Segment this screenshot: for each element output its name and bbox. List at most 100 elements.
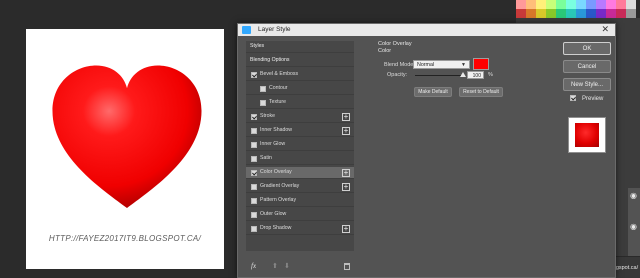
preview-checkbox[interactable] bbox=[570, 95, 576, 101]
overlay-color-swatch[interactable] bbox=[473, 58, 489, 70]
style-checkbox[interactable] bbox=[251, 212, 257, 218]
preview-label: Preview bbox=[582, 96, 604, 102]
dialog-titlebar[interactable]: Layer Style ✕ bbox=[238, 24, 615, 36]
opacity-slider-track[interactable] bbox=[415, 75, 463, 76]
color-swatch[interactable] bbox=[566, 9, 576, 18]
opacity-input[interactable]: 100 bbox=[467, 71, 484, 79]
chevron-down-icon: ▼ bbox=[461, 62, 466, 68]
style-item-satin[interactable]: Satin bbox=[246, 153, 354, 165]
style-item-color-overlay[interactable]: Color Overlay + bbox=[246, 167, 354, 179]
color-swatch[interactable] bbox=[576, 9, 586, 18]
photoshop-app-icon bbox=[242, 26, 251, 34]
style-item-label: Texture bbox=[269, 99, 287, 105]
style-item-drop-shadow[interactable]: Drop Shadow + bbox=[246, 223, 354, 235]
add-instance-icon[interactable]: + bbox=[342, 169, 350, 177]
color-swatch[interactable] bbox=[516, 9, 526, 18]
style-item-label: Inner Shadow bbox=[260, 127, 293, 133]
color-swatch[interactable] bbox=[596, 9, 606, 18]
style-item-outer-glow[interactable]: Outer Glow bbox=[246, 209, 354, 221]
style-checkbox[interactable] bbox=[251, 156, 257, 162]
style-checkbox[interactable] bbox=[251, 226, 257, 232]
trash-icon[interactable] bbox=[344, 263, 350, 270]
color-swatch[interactable] bbox=[586, 9, 596, 18]
style-item-label: Styles bbox=[250, 43, 265, 49]
style-item-inner-shadow[interactable]: Inner Shadow + bbox=[246, 125, 354, 137]
reset-to-default-button[interactable]: Reset to Default bbox=[459, 87, 503, 97]
color-overlay-heading: Color Overlay Color bbox=[378, 41, 412, 55]
color-swatch[interactable] bbox=[576, 0, 586, 9]
style-item-label: Contour bbox=[269, 85, 288, 91]
add-instance-icon[interactable]: + bbox=[342, 113, 350, 121]
styles-list: Styles Blending Options Bevel & Emboss Cont… bbox=[246, 41, 354, 251]
color-swatch[interactable] bbox=[606, 0, 616, 9]
style-checkbox[interactable] bbox=[251, 128, 257, 134]
color-swatch[interactable] bbox=[546, 9, 556, 18]
color-swatch[interactable] bbox=[586, 0, 596, 9]
blend-mode-select[interactable]: Normal ▼ bbox=[413, 60, 470, 69]
color-swatch[interactable] bbox=[536, 0, 546, 9]
style-item-gradient-overlay[interactable]: Gradient Overlay + bbox=[246, 181, 354, 193]
style-item-label: Pattern Overlay bbox=[260, 197, 297, 203]
style-item-label: Gradient Overlay bbox=[260, 183, 300, 189]
style-checkbox[interactable] bbox=[251, 72, 257, 78]
style-checkbox[interactable] bbox=[251, 142, 257, 148]
style-item-label: Outer Glow bbox=[260, 211, 287, 217]
style-checkbox[interactable] bbox=[251, 198, 257, 204]
ok-button[interactable]: OK bbox=[563, 42, 611, 55]
watermark-text: HTTP://FAYEZ2017IT9.BLOGSPOT.CA/ bbox=[48, 234, 202, 243]
color-swatch[interactable] bbox=[626, 0, 636, 9]
new-style-button[interactable]: New Style... bbox=[563, 78, 611, 91]
color-swatch[interactable] bbox=[566, 0, 576, 9]
color-swatch[interactable] bbox=[616, 0, 626, 9]
make-default-button[interactable]: Make Default bbox=[414, 87, 452, 97]
style-item-blending-options[interactable]: Blending Options bbox=[246, 55, 354, 67]
canvas-document[interactable]: HTTP://FAYEZ2017IT9.BLOGSPOT.CA/ bbox=[26, 29, 224, 269]
color-swatch[interactable] bbox=[616, 9, 626, 18]
style-item-pattern-overlay[interactable]: Pattern Overlay bbox=[246, 195, 354, 207]
style-checkbox[interactable] bbox=[251, 114, 257, 120]
style-item-texture[interactable]: Texture bbox=[246, 97, 354, 109]
add-instance-icon[interactable]: + bbox=[342, 127, 350, 135]
move-up-icon[interactable]: ⬆ bbox=[272, 262, 278, 270]
style-checkbox[interactable] bbox=[251, 184, 257, 190]
close-icon[interactable]: ✕ bbox=[601, 24, 609, 35]
color-swatch[interactable] bbox=[596, 0, 606, 9]
swatches-panel[interactable] bbox=[516, 0, 640, 18]
style-item-styles[interactable]: Styles bbox=[246, 41, 354, 53]
opacity-slider-thumb[interactable] bbox=[460, 72, 466, 77]
color-swatch[interactable] bbox=[556, 0, 566, 9]
style-item-label: Drop Shadow bbox=[260, 225, 292, 231]
heart-shape bbox=[52, 65, 202, 209]
style-item-inner-glow[interactable]: Inner Glow bbox=[246, 139, 354, 151]
style-checkbox[interactable] bbox=[251, 170, 257, 176]
add-instance-icon[interactable]: + bbox=[342, 183, 350, 191]
eye-icon[interactable]: ◉ bbox=[630, 222, 637, 231]
color-swatch[interactable] bbox=[536, 9, 546, 18]
move-down-icon[interactable]: ⬇ bbox=[284, 262, 290, 270]
color-swatch[interactable] bbox=[546, 0, 556, 9]
style-item-stroke[interactable]: Stroke + bbox=[246, 111, 354, 123]
style-item-label: Color Overlay bbox=[260, 169, 292, 175]
add-instance-icon[interactable]: + bbox=[342, 225, 350, 233]
section-subtitle: Color bbox=[378, 48, 392, 54]
style-checkbox[interactable] bbox=[260, 86, 266, 92]
color-swatch[interactable] bbox=[556, 9, 566, 18]
color-swatch[interactable] bbox=[526, 0, 536, 9]
color-swatch[interactable] bbox=[606, 9, 616, 18]
style-item-label: Blending Options bbox=[250, 57, 290, 63]
style-item-bevel-emboss[interactable]: Bevel & Emboss bbox=[246, 69, 354, 81]
opacity-label: Opacity: bbox=[387, 72, 408, 78]
style-item-label: Inner Glow bbox=[260, 141, 286, 147]
fx-icon[interactable]: fx bbox=[251, 262, 256, 270]
style-checkbox[interactable] bbox=[260, 100, 266, 106]
eye-icon[interactable]: ◉ bbox=[630, 191, 637, 200]
cancel-button[interactable]: Cancel bbox=[563, 60, 611, 73]
layer-style-dialog: Layer Style ✕ Styles Blending Options Beve… bbox=[237, 23, 616, 278]
color-swatch[interactable] bbox=[526, 9, 536, 18]
color-swatch[interactable] bbox=[516, 0, 526, 9]
color-swatch[interactable] bbox=[626, 9, 636, 18]
styles-toolbar: fx ⬆ ⬇ bbox=[246, 262, 354, 274]
blend-mode-label: Blend Mode: bbox=[384, 62, 415, 68]
style-item-contour[interactable]: Contour bbox=[246, 83, 354, 95]
blend-mode-value: Normal bbox=[417, 62, 435, 68]
